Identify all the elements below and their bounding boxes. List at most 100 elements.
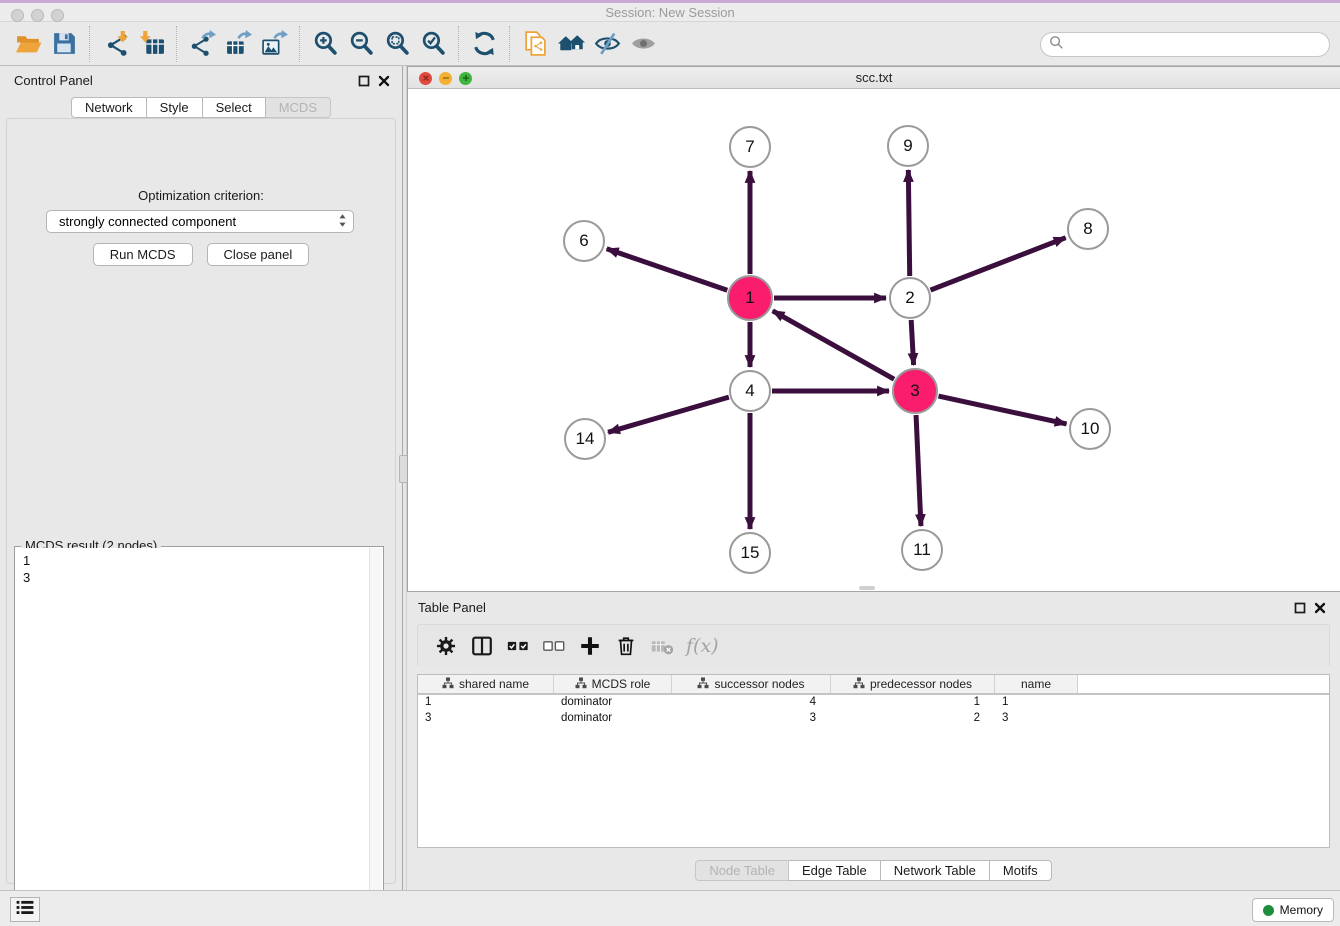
tab-select[interactable]: Select (203, 97, 266, 118)
deselect-all-rows-button[interactable] (536, 630, 572, 662)
zoom-out-button[interactable] (343, 27, 379, 61)
table-row[interactable]: 1dominator411 (418, 695, 1329, 711)
memory-status-dot (1263, 905, 1274, 916)
graph-node-6[interactable]: 6 (563, 220, 605, 262)
graph-node-14[interactable]: 14 (564, 418, 606, 460)
main-titlebar: Session: New Session (0, 3, 1340, 22)
create-column-button[interactable] (572, 630, 608, 662)
column-header-successor-nodes[interactable]: successor nodes (672, 675, 831, 693)
close-panel-icon[interactable] (377, 74, 390, 87)
graph-edges (408, 89, 1339, 591)
toolbar-separator (299, 26, 300, 62)
control-panel-title: Control Panel (14, 73, 93, 88)
graph-node-2[interactable]: 2 (889, 277, 931, 319)
table-cell[interactable]: 1 (418, 695, 554, 711)
result-line: 1 (23, 552, 369, 569)
search-box[interactable] (1040, 32, 1330, 57)
select-all-rows-button[interactable] (500, 630, 536, 662)
open-session-button[interactable] (10, 27, 46, 61)
tab-edge-table[interactable]: Edge Table (789, 860, 881, 881)
zoom-in-button[interactable] (307, 27, 343, 61)
delete-column-button[interactable] (608, 630, 644, 662)
tab-mcds[interactable]: MCDS (266, 97, 331, 118)
graph-node-15[interactable]: 15 (729, 532, 771, 574)
graph-node-10[interactable]: 10 (1069, 408, 1111, 450)
table-panel: Table Panel f(x) shared nameMCDS rolesuc… (407, 592, 1340, 890)
delete-table-button (644, 630, 680, 662)
mcds-result-box: MCDS result (2 nodes) 13 (14, 546, 384, 923)
graph-node-3[interactable]: 3 (892, 368, 938, 414)
control-panel-tabs: NetworkStyleSelectMCDS (0, 97, 402, 118)
hierarchy-icon (442, 677, 454, 692)
table-cell[interactable]: 3 (672, 711, 831, 727)
export-network-button[interactable] (184, 27, 220, 61)
import-table-button[interactable] (133, 27, 169, 61)
save-session-button[interactable] (46, 27, 82, 61)
memory-button[interactable]: Memory (1252, 898, 1334, 922)
clone-network-button[interactable] (517, 27, 553, 61)
hierarchy-icon (575, 677, 587, 692)
graph-node-9[interactable]: 9 (887, 125, 929, 167)
table-row[interactable]: 3dominator323 (418, 711, 1329, 727)
table-cell[interactable]: 3 (418, 711, 554, 727)
table-cell[interactable]: 1 (995, 695, 1078, 711)
criterion-select[interactable]: strongly connected component (46, 210, 354, 233)
graph-edge-3-1[interactable] (773, 311, 894, 379)
graph-edge-2-3[interactable] (911, 320, 913, 365)
graph-node-4[interactable]: 4 (729, 370, 771, 412)
table-cell[interactable]: 3 (995, 711, 1078, 727)
criterion-value: strongly connected component (59, 214, 338, 229)
hide-panels-button[interactable] (589, 27, 625, 61)
import-network-button[interactable] (97, 27, 133, 61)
graph-edge-3-11[interactable] (916, 415, 921, 526)
canvas-resize-grip[interactable] (859, 586, 875, 590)
graph-node-11[interactable]: 11 (901, 529, 943, 571)
graph-edge-3-10[interactable] (938, 396, 1066, 424)
memory-label: Memory (1280, 903, 1323, 917)
network-window: scc.txt 1 2 3 4 6 7 8 9 10 11 14 15 (407, 66, 1340, 592)
close-table-panel-icon[interactable] (1313, 601, 1326, 614)
float-panel-icon[interactable] (357, 74, 370, 87)
table-body: 1dominator4113dominator323 (418, 695, 1329, 727)
column-header-shared-name[interactable]: shared name (418, 675, 554, 693)
graph-edge-2-9[interactable] (908, 170, 909, 276)
table-cell[interactable]: dominator (554, 695, 672, 711)
table-cell[interactable]: 2 (831, 711, 995, 727)
task-history-button[interactable] (10, 897, 40, 922)
close-panel-button[interactable]: Close panel (207, 243, 310, 266)
result-scrollbar[interactable] (369, 548, 382, 921)
tab-style[interactable]: Style (147, 97, 203, 118)
graph-edge-4-14[interactable] (608, 397, 729, 432)
zoom-selected-button[interactable] (415, 27, 451, 61)
graph-node-8[interactable]: 8 (1067, 208, 1109, 250)
table-cell[interactable]: dominator (554, 711, 672, 727)
show-columns-button[interactable] (464, 630, 500, 662)
search-icon (1049, 35, 1064, 55)
apply-layout-button[interactable] (466, 27, 502, 61)
network-window-titlebar[interactable]: scc.txt (408, 67, 1340, 89)
zoom-fit-button[interactable] (379, 27, 415, 61)
tab-motifs[interactable]: Motifs (990, 860, 1052, 881)
column-header-predecessor-nodes[interactable]: predecessor nodes (831, 675, 995, 693)
search-input[interactable] (1064, 38, 1329, 52)
graph-node-1[interactable]: 1 (727, 275, 773, 321)
table-cell[interactable]: 4 (672, 695, 831, 711)
show-panels-button[interactable] (625, 27, 661, 61)
run-mcds-button[interactable]: Run MCDS (93, 243, 193, 266)
export-table-button[interactable] (220, 27, 256, 61)
table-panel-header: Table Panel (407, 592, 1340, 620)
table-cell[interactable]: 1 (831, 695, 995, 711)
first-neighbors-button[interactable] (553, 27, 589, 61)
column-header-name[interactable]: name (995, 675, 1078, 693)
tab-node-table[interactable]: Node Table (695, 860, 789, 881)
graph-node-7[interactable]: 7 (729, 126, 771, 168)
export-image-button[interactable] (256, 27, 292, 61)
graph-edge-1-6[interactable] (607, 249, 728, 290)
tab-network-table[interactable]: Network Table (881, 860, 990, 881)
tab-network[interactable]: Network (71, 97, 147, 118)
graph-edge-2-8[interactable] (931, 238, 1066, 290)
table-options-button[interactable] (428, 630, 464, 662)
float-table-panel-icon[interactable] (1293, 601, 1306, 614)
column-header-MCDS-role[interactable]: MCDS role (554, 675, 672, 693)
network-canvas[interactable]: 1 2 3 4 6 7 8 9 10 11 14 15 (408, 89, 1339, 591)
